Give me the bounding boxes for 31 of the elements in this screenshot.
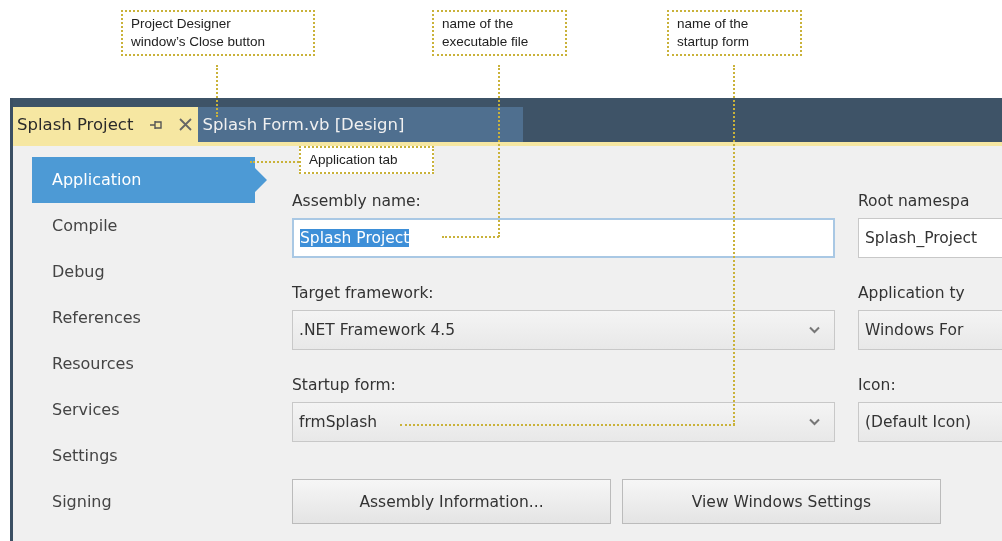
field-label: Icon: [858,375,897,395]
document-tab[interactable]: Splash Form.vb [Design] [198,107,524,142]
dropdown[interactable]: Windows For [858,310,1002,350]
dialog-button[interactable]: Assembly Information... [292,479,611,524]
sidebar-tab[interactable]: Debug [32,249,267,295]
field-label: Target framework: [292,283,435,303]
sidebar-tab[interactable]: Services [32,387,267,433]
callout-label: Project Designer window’s Close button [121,10,315,56]
callout-label: name of the startup form [667,10,802,56]
text-field[interactable]: Splash_Project [858,218,1002,258]
pin-icon[interactable] [149,118,164,131]
sidebar-tab[interactable]: Compile [32,203,267,249]
document-tab[interactable]: Splash Project [13,107,199,142]
callout-label: name of the executable file [432,10,567,56]
sidebar-tab[interactable]: Settings [32,433,267,479]
chevron-down-icon [809,418,820,426]
dropdown[interactable]: frmSplash [292,402,835,442]
field-label: Root namespa [858,191,971,211]
close-icon[interactable] [179,118,193,131]
sidebar-tab[interactable]: Signing [32,479,267,525]
callout-label: Application tab [299,146,434,174]
field-label: Application ty [858,283,966,303]
field-label: Assembly name: [292,191,422,211]
sidebar-tab[interactable]: References [32,295,267,341]
chevron-down-icon [809,326,820,334]
dialog-button[interactable]: View Windows Settings [622,479,941,524]
dropdown[interactable]: .NET Framework 4.5 [292,310,835,350]
field-label: Startup form: [292,375,397,395]
leader-line [216,65,218,117]
dropdown[interactable]: (Default Icon) [858,402,1002,442]
sidebar-tab[interactable]: Resources [32,341,267,387]
